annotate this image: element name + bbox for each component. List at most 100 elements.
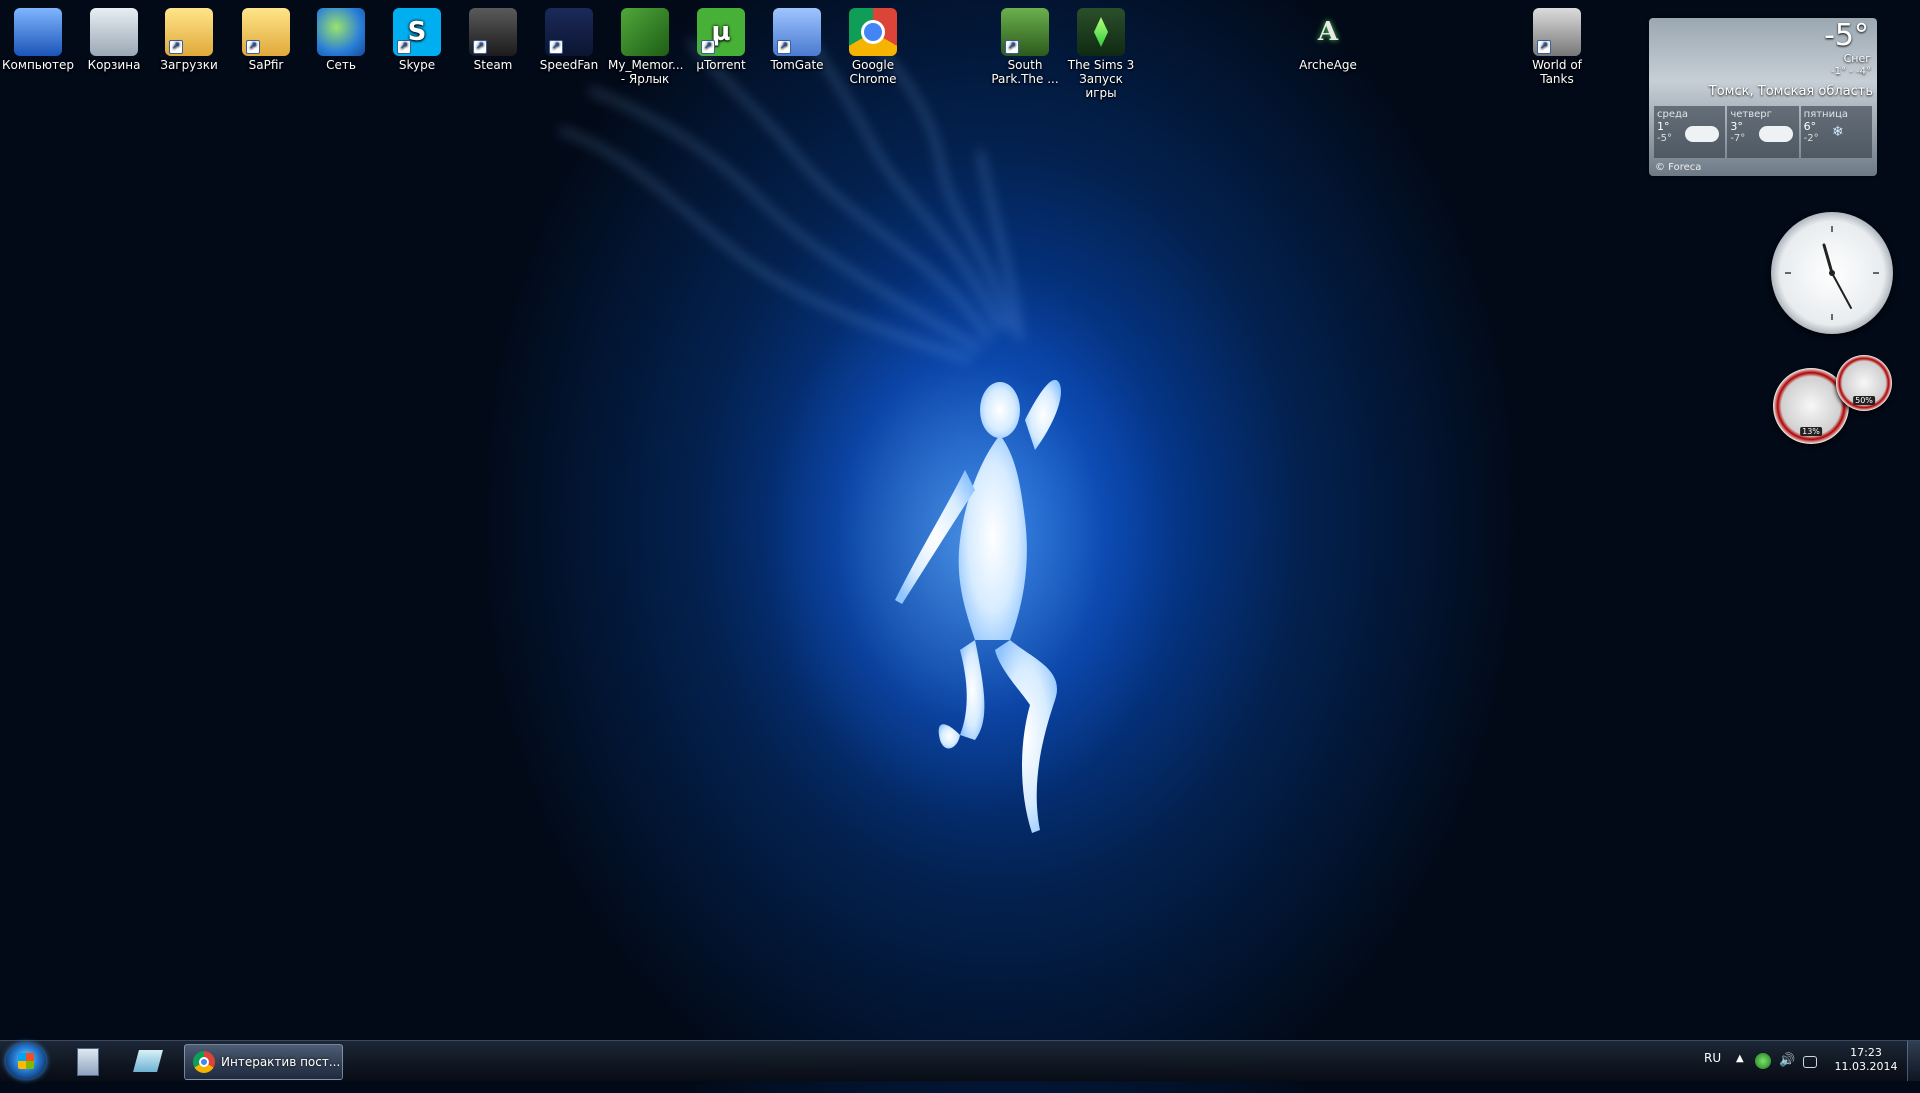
desktop-icon-network[interactable]: Сеть xyxy=(304,2,378,72)
snow-icon: ❄ xyxy=(1831,124,1844,140)
wallpaper-figure xyxy=(559,19,1061,833)
cloud-icon xyxy=(1685,126,1720,142)
action-center-icon[interactable] xyxy=(1803,1056,1817,1068)
desktop-icon-google-chrome[interactable]: Google Chrome xyxy=(836,2,910,86)
cpu-usage-value: 13% xyxy=(1800,427,1822,436)
language-indicator[interactable]: RU xyxy=(1704,1051,1721,1091)
icon-label: SaPfir xyxy=(248,58,284,72)
icon-label: Skype xyxy=(398,58,436,72)
desktop-icon-steam[interactable]: ↗ Steam xyxy=(456,2,530,72)
desktop-icon-world-of-tanks[interactable]: ↗ World of Tanks xyxy=(1520,2,1594,86)
desktop-icon-sapfir[interactable]: ↗ SaPfir xyxy=(229,2,303,72)
steam-icon: ↗ xyxy=(469,8,517,56)
chrome-icon xyxy=(849,8,897,56)
desktop[interactable]: Компьютер Корзина ↗ Загрузки ↗ SaPfir Се… xyxy=(0,0,1920,1040)
show-desktop-button[interactable] xyxy=(1907,1041,1920,1081)
shortcut-arrow-icon: ↗ xyxy=(1537,40,1551,54)
icon-label: SpeedFan xyxy=(539,58,599,72)
desktop-icon-tomgate[interactable]: ↗ TomGate xyxy=(760,2,834,72)
icon-label: Корзина xyxy=(87,58,141,72)
desktop-icon-archeage[interactable]: A ArcheAge xyxy=(1291,2,1365,72)
icon-label: My_Memor... - Ярлык xyxy=(608,58,684,86)
downloads-folder-icon: ↗ xyxy=(165,8,213,56)
archeage-icon: A xyxy=(1317,17,1339,47)
desktop-icon-skype[interactable]: S ↗ Skype xyxy=(380,2,454,72)
notepad-icon xyxy=(133,1050,163,1072)
network-icon xyxy=(317,8,365,56)
shortcut-arrow-icon: ↗ xyxy=(169,40,183,54)
shortcut-arrow-icon: ↗ xyxy=(549,40,563,54)
calculator-icon xyxy=(77,1048,99,1076)
weather-forecast: среда 1° -5° четверг 3° -7° пятница 6° -… xyxy=(1653,106,1873,158)
icon-label: The Sims 3 Запуск игры xyxy=(1067,58,1135,100)
shortcut-arrow-icon: ↗ xyxy=(246,40,260,54)
network-globe-icon[interactable] xyxy=(1755,1053,1771,1069)
desktop-icon-utorrent[interactable]: µ ↗ µTorrent xyxy=(684,2,758,72)
utorrent-icon: µ ↗ xyxy=(697,8,745,56)
shortcut-arrow-icon: ↗ xyxy=(473,40,487,54)
icon-label: Сеть xyxy=(326,58,356,72)
icon-label: World of Tanks xyxy=(1532,58,1582,86)
show-hidden-icons-button[interactable]: ▲ xyxy=(1736,1053,1744,1093)
forecast-day-name: четверг xyxy=(1730,109,1772,120)
desktop-icon-computer[interactable]: Компьютер xyxy=(1,2,75,72)
icon-label: µTorrent xyxy=(696,58,746,72)
folder-icon: ↗ xyxy=(242,8,290,56)
forecast-day-name: пятница xyxy=(1803,109,1849,120)
forecast-day: среда 1° -5° xyxy=(1654,106,1726,158)
weather-condition: Снег xyxy=(1843,52,1871,65)
tomgate-icon: ↗ xyxy=(773,8,821,56)
south-park-icon: ↗ xyxy=(1001,8,1049,56)
desktop-icon-my-memory[interactable]: My_Memor... - Ярлык xyxy=(608,2,684,86)
speedfan-icon: ↗ xyxy=(545,8,593,56)
volume-icon[interactable]: 🔊 xyxy=(1779,1053,1795,1069)
desktop-icon-recycle-bin[interactable]: Корзина xyxy=(77,2,151,72)
weather-temperature: -5° xyxy=(1824,18,1869,53)
shortcut-arrow-icon: ↗ xyxy=(397,40,411,54)
weather-provider: © Foreca xyxy=(1655,162,1702,173)
icon-label: South Park.The ... xyxy=(991,58,1059,86)
computer-icon xyxy=(14,8,62,56)
taskbar-date: 11.03.2014 xyxy=(1834,1060,1898,1073)
clock-minute-hand xyxy=(1831,272,1852,309)
chrome-icon xyxy=(193,1051,215,1073)
taskbar-window-title: Интерактив пост... xyxy=(221,1055,341,1069)
forecast-day-name: среда xyxy=(1657,109,1689,120)
forecast-day: четверг 3° -7° xyxy=(1727,106,1799,158)
icon-label: Steam xyxy=(473,58,513,72)
taskbar-calculator-button[interactable] xyxy=(70,1044,106,1078)
shortcut-arrow-icon: ↗ xyxy=(1005,40,1019,54)
cloud-icon xyxy=(1758,126,1793,142)
memory-meter-gadget[interactable]: 50% xyxy=(1836,355,1892,411)
start-button[interactable] xyxy=(6,1043,46,1079)
taskbar-notes-button[interactable] xyxy=(130,1044,166,1078)
memory-usage-value: 50% xyxy=(1853,396,1875,405)
shortcut-arrow-icon: ↗ xyxy=(701,40,715,54)
icon-label: ArcheAge xyxy=(1299,58,1357,72)
icon-label: Загрузки xyxy=(160,58,218,72)
taskbar-chrome-window-button[interactable]: Интерактив пост... xyxy=(184,1044,343,1080)
desktop-icon-downloads[interactable]: ↗ Загрузки xyxy=(152,2,226,72)
recycle-bin-icon xyxy=(90,8,138,56)
icon-label: TomGate xyxy=(770,58,824,72)
shortcut-arrow-icon: ↗ xyxy=(777,40,791,54)
clock-hour-hand xyxy=(1822,243,1834,275)
taskbar-time: 17:23 xyxy=(1850,1046,1882,1059)
icon-label: Компьютер xyxy=(2,58,74,72)
skype-icon: S ↗ xyxy=(393,8,441,56)
world-of-tanks-icon: ↗ xyxy=(1533,8,1581,56)
weather-location: Томск, Томская область xyxy=(1708,84,1873,99)
memory-module-icon xyxy=(621,8,669,56)
desktop-icon-speedfan[interactable]: ↗ SpeedFan xyxy=(532,2,606,72)
taskbar: Интерактив пост... RU ▲ 🔊 17:23 11.03.20… xyxy=(0,1040,1920,1081)
forecast-day: пятница 6° -2° ❄ xyxy=(1800,106,1872,158)
weather-range: -1° - -4° xyxy=(1831,66,1871,77)
clock-gadget[interactable] xyxy=(1771,212,1893,334)
sims3-icon xyxy=(1077,8,1125,56)
desktop-icon-south-park[interactable]: ↗ South Park.The ... xyxy=(988,2,1062,86)
taskbar-clock[interactable]: 17:23 11.03.2014 xyxy=(1824,1046,1908,1086)
clock-face xyxy=(1785,226,1879,320)
desktop-icon-sims3[interactable]: The Sims 3 Запуск игры xyxy=(1064,2,1138,100)
icon-label: Google Chrome xyxy=(849,58,897,86)
weather-gadget[interactable]: -5° Снег -1° - -4° Томск, Томская област… xyxy=(1649,18,1877,176)
